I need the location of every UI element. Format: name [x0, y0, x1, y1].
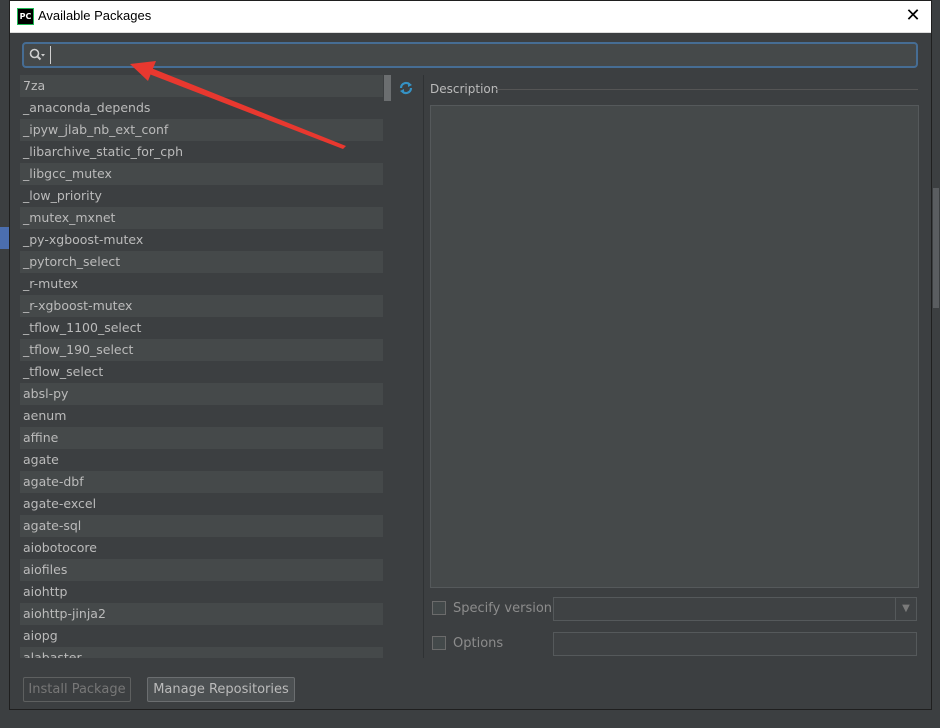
package-list-item[interactable]: _libgcc_mutex: [20, 163, 392, 185]
package-list-item[interactable]: absl-py: [20, 383, 392, 405]
background-selected-item: [0, 227, 9, 249]
package-list-item[interactable]: agate-dbf: [20, 471, 392, 493]
description-panel: [430, 105, 919, 588]
package-list-item[interactable]: alabaster: [20, 647, 392, 658]
specify-version-checkbox[interactable]: [432, 601, 446, 615]
chevron-down-icon[interactable]: ▼: [895, 598, 916, 620]
background-status-bar: [0, 712, 940, 728]
version-dropdown[interactable]: ▼: [553, 597, 917, 621]
manage-repositories-button[interactable]: Manage Repositories: [147, 677, 295, 702]
title-bar: PC Available Packages ✕: [10, 1, 931, 33]
package-list-item[interactable]: _libarchive_static_for_cph: [20, 141, 392, 163]
description-label: Description: [430, 82, 499, 96]
package-list-item[interactable]: aiohttp: [20, 581, 392, 603]
search-input[interactable]: [50, 46, 911, 64]
package-list-item[interactable]: _tflow_select: [20, 361, 392, 383]
package-list-item[interactable]: aiopg: [20, 625, 392, 647]
package-list-item[interactable]: agate: [20, 449, 392, 471]
package-list-item[interactable]: _py-xgboost-mutex: [20, 229, 392, 251]
package-list-item[interactable]: _r-mutex: [20, 273, 392, 295]
panel-divider: [423, 75, 424, 658]
package-list-item[interactable]: _ipyw_jlab_nb_ext_conf: [20, 119, 392, 141]
package-list-scrollbar[interactable]: [383, 75, 392, 658]
package-list-item[interactable]: _mutex_mxnet: [20, 207, 392, 229]
package-list-item[interactable]: _tflow_190_select: [20, 339, 392, 361]
install-package-button[interactable]: Install Package: [23, 677, 131, 702]
refresh-icon[interactable]: [397, 79, 415, 97]
scrollbar-thumb[interactable]: [384, 75, 391, 101]
pycharm-app-icon: PC: [17, 8, 34, 25]
package-list-item[interactable]: aiofiles: [20, 559, 392, 581]
package-list-item[interactable]: aenum: [20, 405, 392, 427]
package-list-item[interactable]: _pytorch_select: [20, 251, 392, 273]
package-list-item[interactable]: 7za: [20, 75, 392, 97]
package-list-item[interactable]: _anaconda_depends: [20, 97, 392, 119]
package-list-item[interactable]: _low_priority: [20, 185, 392, 207]
specify-version-label: Specify version: [453, 601, 553, 616]
background-scrollbar-thumb: [933, 188, 939, 308]
package-list-item[interactable]: agate-sql: [20, 515, 392, 537]
search-icon[interactable]: [28, 46, 46, 64]
package-list-item[interactable]: affine: [20, 427, 392, 449]
package-list-item[interactable]: _tflow_1100_select: [20, 317, 392, 339]
close-button[interactable]: ✕: [901, 4, 925, 28]
dialog-title: Available Packages: [38, 8, 152, 23]
options-checkbox[interactable]: [432, 636, 446, 650]
package-list-item[interactable]: agate-excel: [20, 493, 392, 515]
package-list-item[interactable]: aiobotocore: [20, 537, 392, 559]
description-separator: [496, 89, 918, 90]
options-label: Options: [453, 636, 504, 651]
package-list-item[interactable]: aiohttp-jinja2: [20, 603, 392, 625]
background-window-right-edge: [932, 36, 940, 696]
package-search-box: [22, 42, 918, 68]
package-list-item[interactable]: _r-xgboost-mutex: [20, 295, 392, 317]
package-list[interactable]: 7za _anaconda_depends _ipyw_jlab_nb_ext_co…: [20, 75, 392, 658]
options-input[interactable]: [553, 632, 917, 656]
